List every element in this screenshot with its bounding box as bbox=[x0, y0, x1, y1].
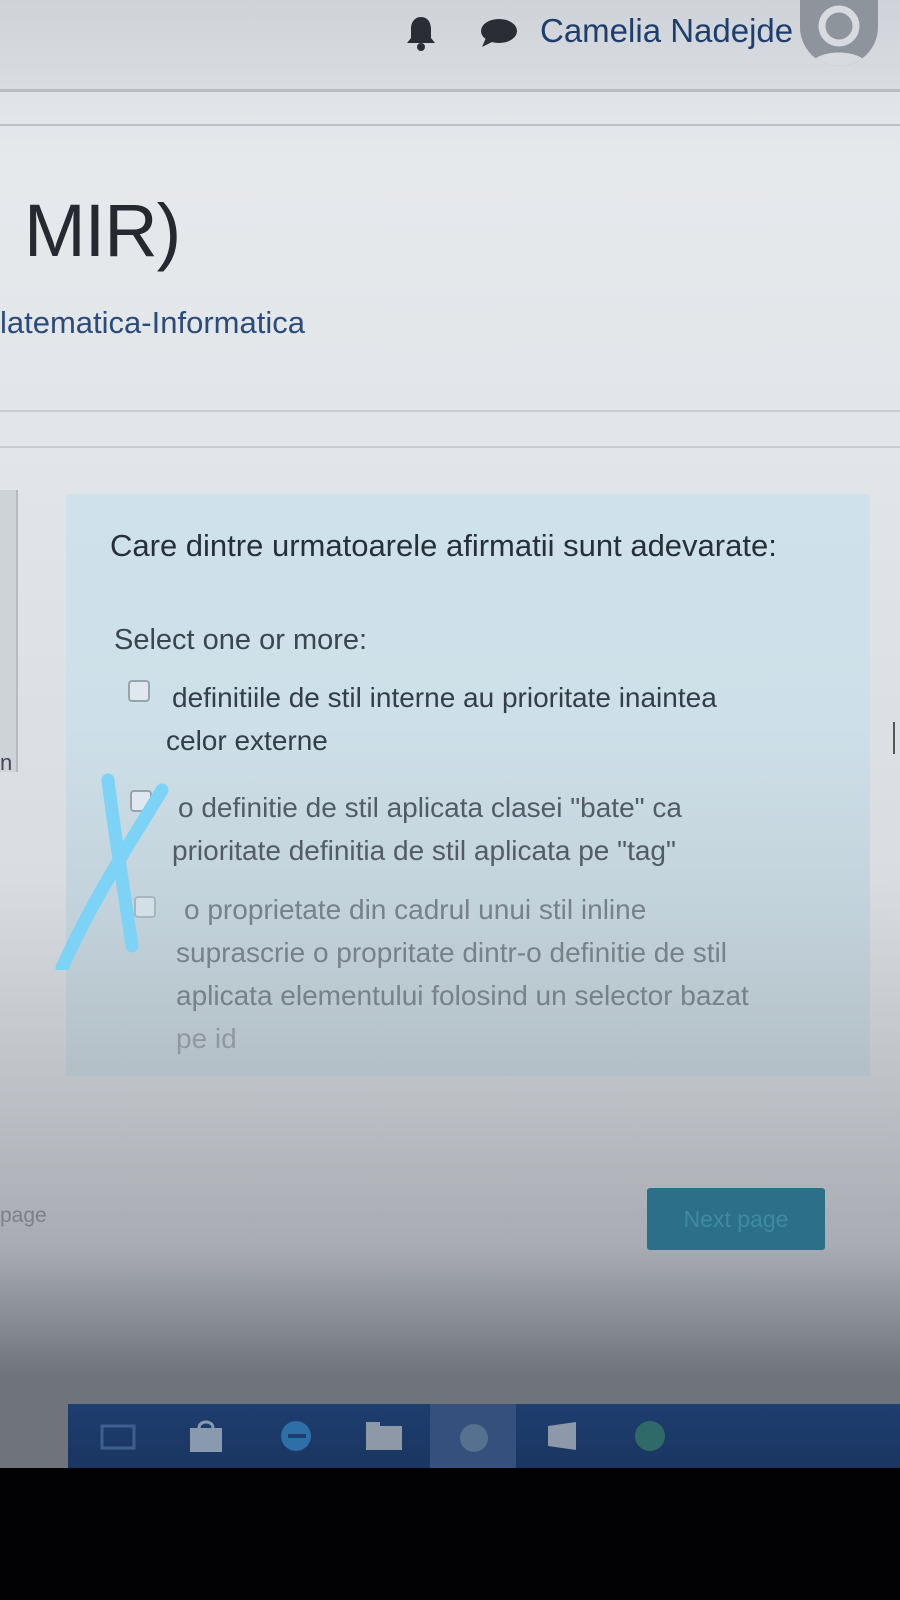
user-name[interactable]: Camelia Nadejde bbox=[540, 12, 793, 50]
divider bbox=[0, 446, 900, 448]
divider bbox=[0, 124, 900, 126]
app-icon bbox=[460, 1424, 488, 1452]
previous-page-link[interactable]: page bbox=[0, 1204, 47, 1228]
quiz-navigation-panel bbox=[0, 490, 18, 772]
app-icon-2[interactable] bbox=[540, 1416, 584, 1456]
top-navbar: Camelia Nadejde bbox=[0, 0, 900, 92]
bell-icon[interactable] bbox=[404, 14, 438, 52]
quiz-navigation-fragment: n bbox=[0, 750, 13, 775]
screen-bezel bbox=[0, 1468, 900, 1600]
os-taskbar bbox=[68, 1404, 900, 1470]
option-3-label[interactable]: o proprietate din cadrul unui stil inlin… bbox=[176, 888, 749, 1060]
cross-mark-annotation bbox=[55, 773, 169, 970]
user-avatar-icon[interactable] bbox=[800, 0, 878, 66]
store-icon[interactable] bbox=[184, 1416, 228, 1456]
page-title: MIR) bbox=[24, 189, 181, 272]
answer-prompt: Select one or more: bbox=[114, 624, 368, 656]
option-2-label[interactable]: o definitie de stil aplicata clasei "bat… bbox=[172, 786, 682, 872]
app-icon-3[interactable] bbox=[628, 1416, 672, 1456]
question-text: Care dintre urmatoarele afirmatii sunt a… bbox=[110, 528, 777, 563]
option-1-label[interactable]: definitiile de stil interne au prioritat… bbox=[166, 676, 717, 762]
active-app-highlight[interactable] bbox=[430, 1404, 516, 1470]
course-breadcrumb-link[interactable]: latematica-Informatica bbox=[0, 305, 305, 341]
right-panel-fragment bbox=[893, 722, 900, 754]
task-view-icon[interactable] bbox=[96, 1416, 140, 1456]
next-page-button[interactable]: Next page bbox=[647, 1188, 825, 1250]
chat-icon[interactable] bbox=[478, 16, 518, 50]
file-explorer-icon[interactable] bbox=[362, 1416, 406, 1456]
edge-icon[interactable] bbox=[274, 1416, 318, 1456]
divider bbox=[0, 410, 900, 412]
option-1-checkbox[interactable] bbox=[128, 680, 150, 702]
